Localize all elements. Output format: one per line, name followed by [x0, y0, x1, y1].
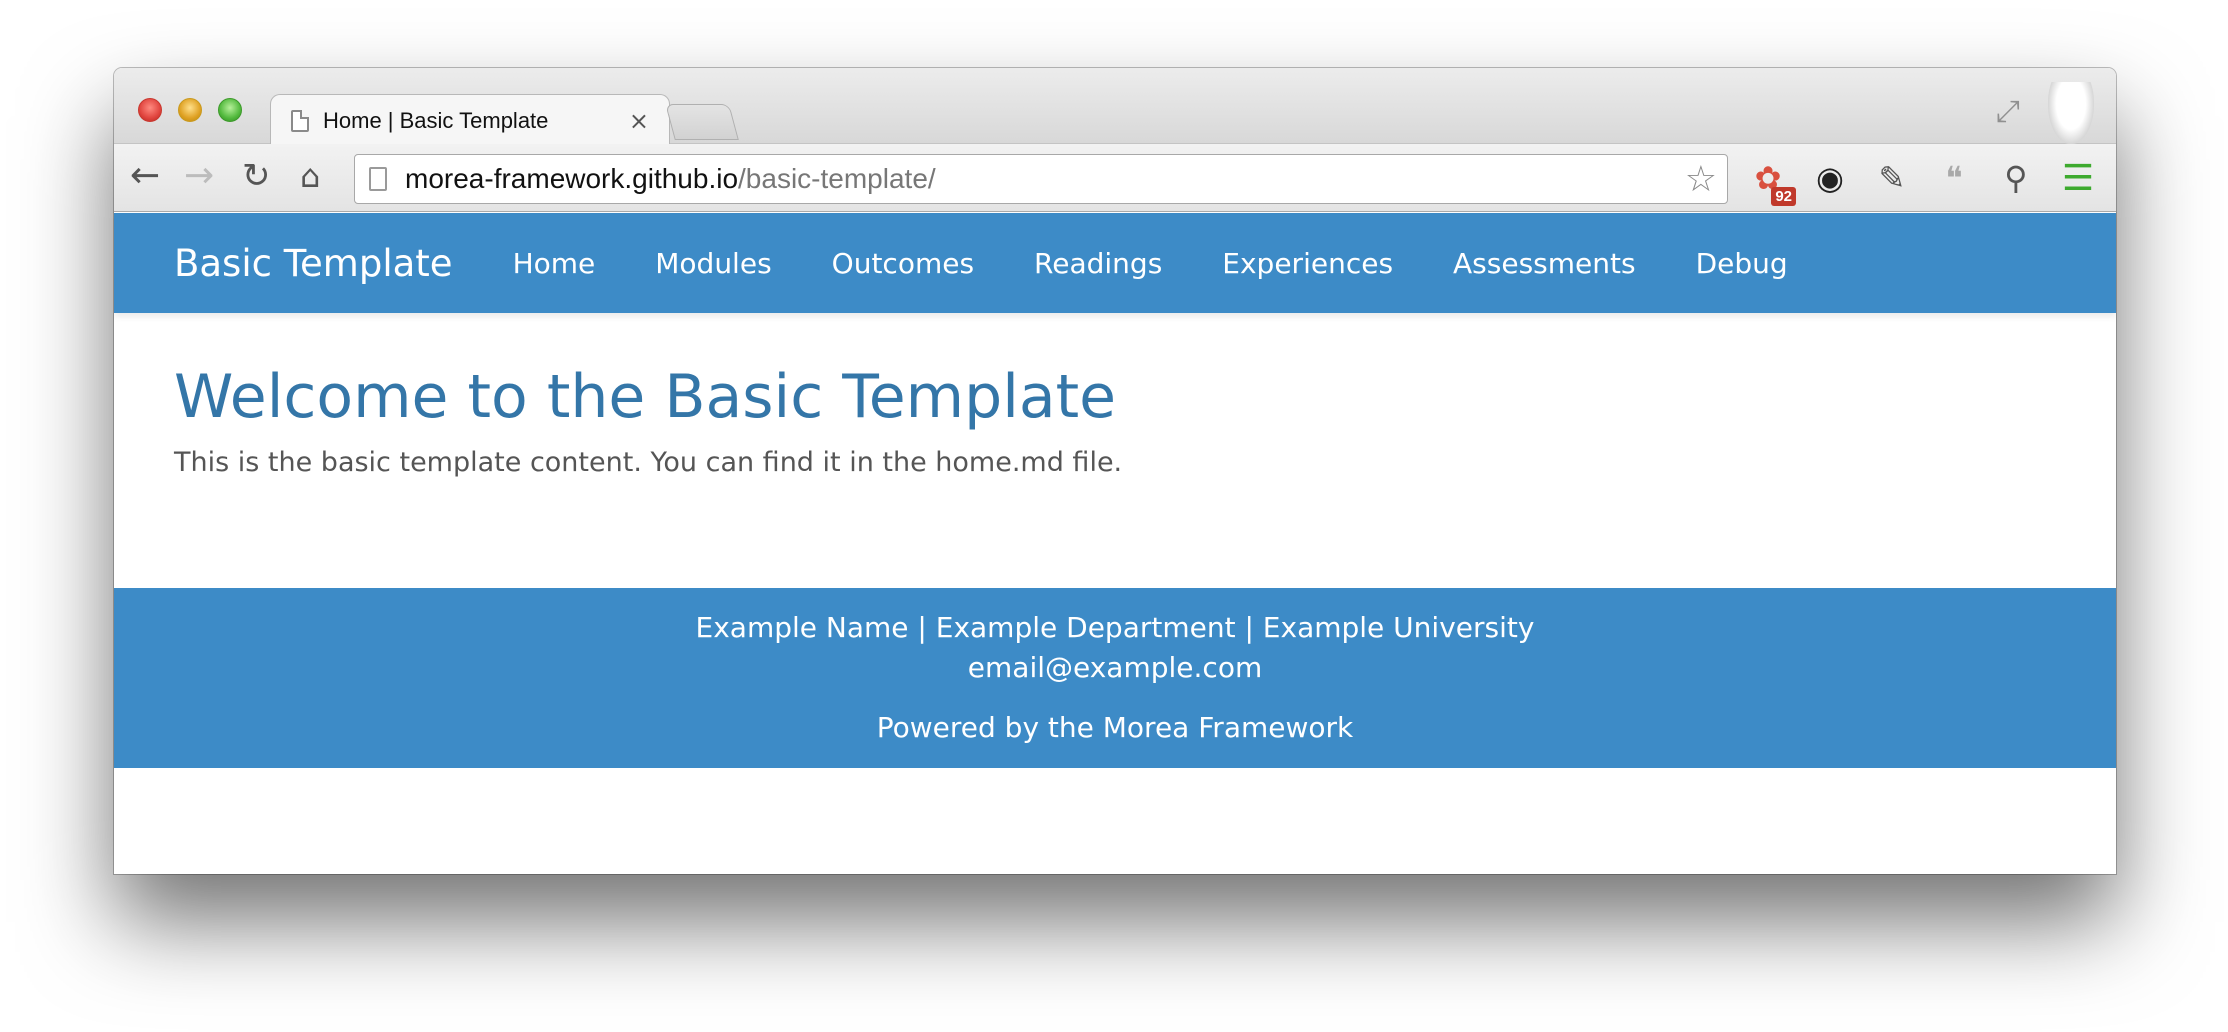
forward-icon[interactable]: → — [184, 154, 214, 198]
nav-item-readings[interactable]: Readings — [1034, 247, 1162, 280]
reload-icon[interactable]: ↻ — [242, 154, 271, 198]
home-icon[interactable]: ⌂ — [300, 154, 320, 198]
new-tab-button[interactable] — [665, 104, 739, 140]
footer-powered-by: Powered by the Morea Framework — [876, 711, 1354, 744]
back-icon[interactable]: ← — [130, 154, 160, 198]
browser-tab[interactable]: Home | Basic Template × — [270, 94, 670, 146]
nav-item-home[interactable]: Home — [513, 247, 596, 280]
profile-icon[interactable] — [2048, 82, 2094, 144]
nav-item-modules[interactable]: Modules — [655, 247, 771, 280]
address-bar[interactable]: morea-framework.github.io/basic-template… — [354, 154, 1728, 204]
navbar-brand[interactable]: Basic Template — [174, 242, 453, 285]
fullscreen-icon[interactable]: ⤢ — [1996, 94, 2020, 129]
main-content: Welcome to the Basic Template This is th… — [174, 361, 1122, 478]
url-host: morea-framework.github.io — [405, 163, 739, 194]
browser-window: Home | Basic Template × ⤢ ← → ↻ ⌂ morea-… — [114, 68, 2116, 874]
tab-title: Home | Basic Template — [323, 107, 549, 133]
nav-item-assessments[interactable]: Assessments — [1453, 247, 1636, 280]
extension-badge: 92 — [1771, 187, 1796, 206]
footer-email: email@example.com — [967, 651, 1263, 684]
nav-item-outcomes[interactable]: Outcomes — [832, 247, 974, 280]
bookmark-star-icon[interactable]: ☆ — [1685, 159, 1717, 200]
wrench-icon[interactable]: ⚲ — [1994, 156, 2038, 200]
page-icon — [291, 109, 309, 132]
quote-icon[interactable]: ❝ — [1932, 156, 1976, 200]
title-bar: Home | Basic Template × ⤢ — [114, 68, 2116, 146]
close-window-button[interactable] — [138, 98, 162, 122]
nav-item-debug[interactable]: Debug — [1696, 247, 1788, 280]
site-footer: Example Name | Example Department | Exam… — [114, 588, 2116, 768]
nav-item-experiences[interactable]: Experiences — [1222, 247, 1393, 280]
page-title: Welcome to the Basic Template — [174, 362, 1117, 432]
browser-toolbar: ← → ↻ ⌂ morea-framework.github.io/basic-… — [114, 144, 2116, 212]
page-viewport: Basic Template Home Modules Outcomes Rea… — [114, 213, 2116, 874]
menu-icon[interactable]: ☰ — [2056, 156, 2100, 200]
eyedropper-icon[interactable]: ✎ — [1870, 156, 1914, 200]
extension-2-icon[interactable]: ◉ — [1808, 156, 1852, 200]
footer-affiliation: Example Name | Example Department | Exam… — [695, 611, 1535, 644]
page-body-text: This is the basic template content. You … — [174, 447, 1123, 478]
extension-1-icon[interactable]: ✿ 92 — [1746, 156, 1796, 206]
tab-close-icon[interactable]: × — [629, 107, 649, 135]
page-icon — [369, 167, 387, 191]
zoom-window-button[interactable] — [218, 98, 242, 122]
url-path: /basic-template/ — [738, 163, 936, 194]
site-navbar: Basic Template Home Modules Outcomes Rea… — [114, 213, 2116, 313]
minimize-window-button[interactable] — [178, 98, 202, 122]
